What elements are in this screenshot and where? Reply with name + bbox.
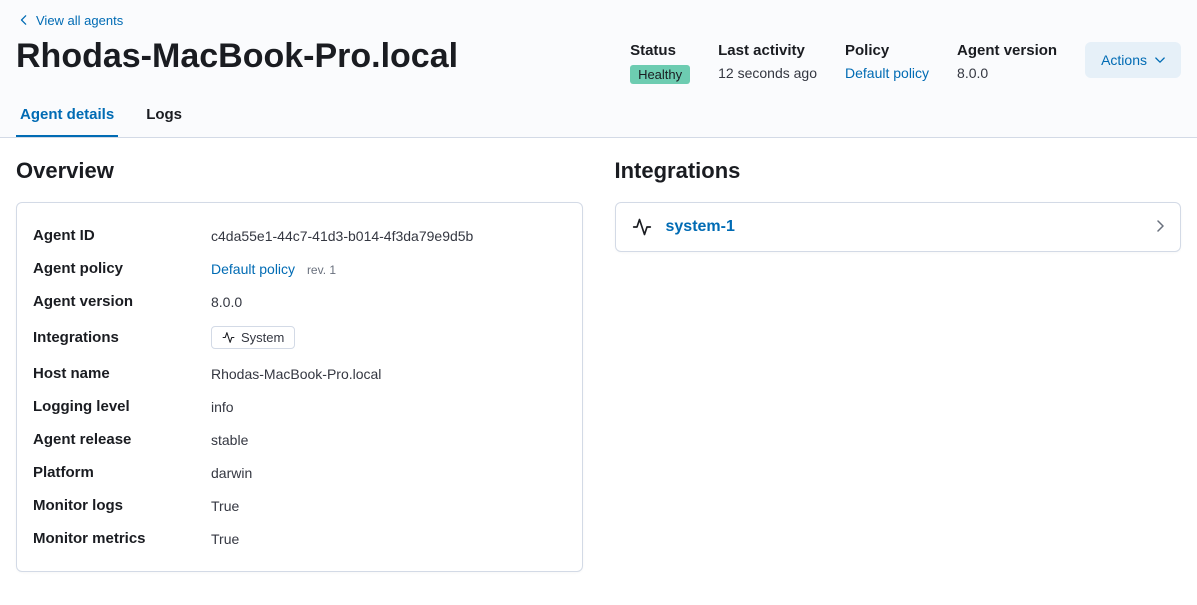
integration-item-system-1[interactable]: system-1 (615, 202, 1182, 252)
platform-label: Platform (33, 464, 211, 481)
status-badge: Healthy (630, 65, 690, 84)
agent-version-value: 8.0.0 (957, 65, 1057, 81)
agent-version-value-row: 8.0.0 (211, 294, 242, 310)
agent-policy-label: Agent policy (33, 260, 211, 277)
view-all-agents-link[interactable]: View all agents (20, 13, 123, 28)
detail-row-host-name: Host name Rhodas-MacBook-Pro.local (33, 357, 566, 390)
detail-row-agent-policy: Agent policy Default policy rev. 1 (33, 252, 566, 285)
agent-release-label: Agent release (33, 431, 211, 448)
detail-row-monitor-metrics: Monitor metrics True (33, 522, 566, 555)
detail-row-agent-version: Agent version 8.0.0 (33, 285, 566, 318)
detail-row-logging-level: Logging level info (33, 390, 566, 423)
tab-logs[interactable]: Logs (142, 96, 186, 137)
chevron-left-icon (20, 13, 28, 28)
agent-policy-rev: rev. 1 (307, 263, 336, 277)
last-activity-value: 12 seconds ago (718, 65, 817, 81)
system-integration-pill: System (211, 326, 295, 349)
detail-row-platform: Platform darwin (33, 456, 566, 489)
agent-version-label-row: Agent version (33, 293, 211, 310)
logging-level-label: Logging level (33, 398, 211, 415)
actions-button[interactable]: Actions (1085, 42, 1181, 78)
tab-agent-details[interactable]: Agent details (16, 96, 118, 137)
pulse-icon (222, 331, 235, 344)
agent-policy-link[interactable]: Default policy (211, 261, 295, 277)
integration-name: system-1 (666, 218, 735, 236)
back-link-label: View all agents (36, 13, 123, 28)
status-meta: Status Healthy (630, 42, 690, 84)
overview-card: Agent ID c4da55e1-44c7-41d3-b014-4f3da79… (16, 202, 583, 572)
agent-id-label: Agent ID (33, 227, 211, 244)
detail-row-integrations: Integrations System (33, 318, 566, 357)
policy-label: Policy (845, 42, 929, 59)
host-name-label: Host name (33, 365, 211, 382)
policy-meta: Policy Default policy (845, 42, 929, 81)
last-activity-label: Last activity (718, 42, 817, 59)
agent-id-value: c4da55e1-44c7-41d3-b014-4f3da79e9d5b (211, 228, 473, 244)
logging-level-value: info (211, 399, 234, 415)
agent-version-label: Agent version (957, 42, 1057, 59)
pulse-icon (632, 217, 652, 237)
chevron-down-icon (1155, 53, 1165, 67)
detail-row-agent-id: Agent ID c4da55e1-44c7-41d3-b014-4f3da79… (33, 219, 566, 252)
system-pill-label: System (241, 330, 284, 345)
chevron-right-icon (1156, 219, 1164, 236)
overview-title: Overview (16, 158, 583, 184)
platform-value: darwin (211, 465, 252, 481)
agent-release-value: stable (211, 432, 248, 448)
status-label: Status (630, 42, 690, 59)
last-activity-meta: Last activity 12 seconds ago (718, 42, 817, 81)
integrations-title: Integrations (615, 158, 1182, 184)
monitor-metrics-value: True (211, 531, 239, 547)
integrations-label-row: Integrations (33, 329, 211, 346)
detail-row-monitor-logs: Monitor logs True (33, 489, 566, 522)
detail-row-agent-release: Agent release stable (33, 423, 566, 456)
actions-button-label: Actions (1101, 52, 1147, 68)
host-name-value: Rhodas-MacBook-Pro.local (211, 366, 381, 382)
monitor-logs-label: Monitor logs (33, 497, 211, 514)
agent-version-meta: Agent version 8.0.0 (957, 42, 1057, 81)
tabs: Agent details Logs (16, 96, 1181, 137)
monitor-metrics-label: Monitor metrics (33, 530, 211, 547)
monitor-logs-value: True (211, 498, 239, 514)
policy-link[interactable]: Default policy (845, 65, 929, 81)
page-title: Rhodas-MacBook-Pro.local (16, 36, 458, 77)
